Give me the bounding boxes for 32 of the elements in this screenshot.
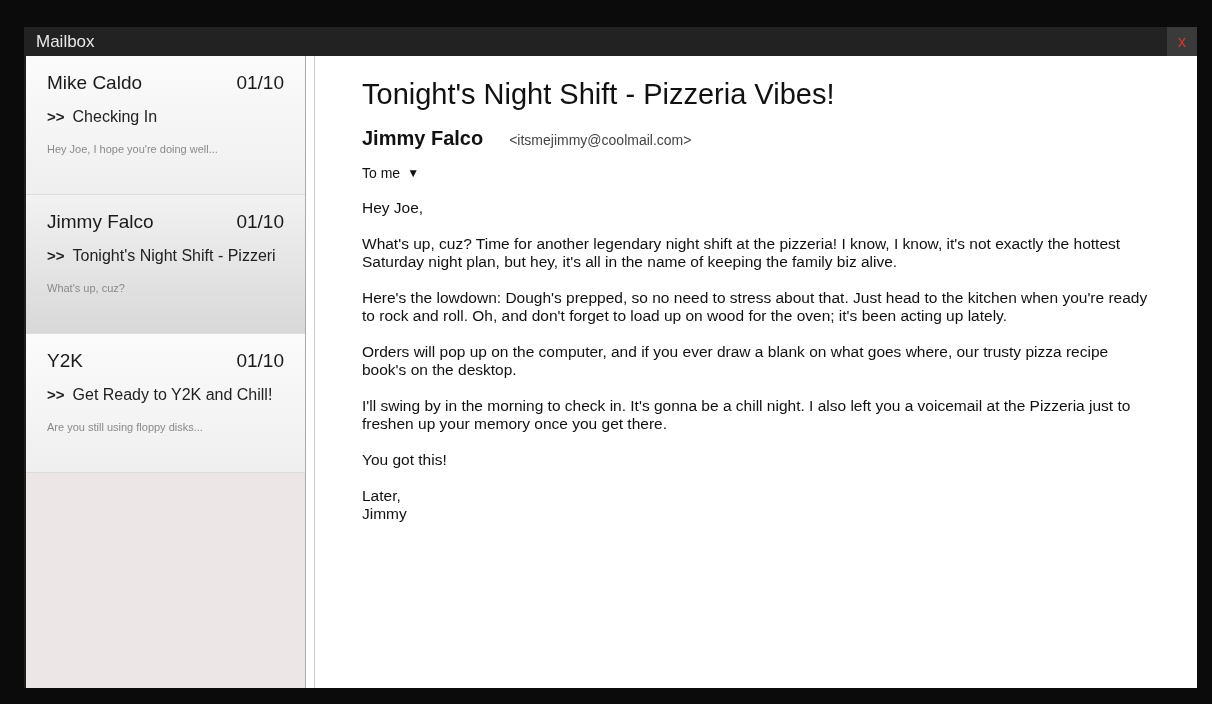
sender-name: Jimmy Falco xyxy=(47,211,154,233)
message-date: 01/10 xyxy=(236,72,284,94)
email-paragraph: Later, Jimmy xyxy=(362,487,408,523)
message-item[interactable]: Mike Caldo 01/10 >> Checking In Hey Joe, I hope you're doing well... xyxy=(26,56,305,195)
message-subject: Tonight's Night Shift - Pizzeri xyxy=(72,247,276,265)
email-paragraph: You got this! xyxy=(362,451,448,469)
sender-name: Y2K xyxy=(47,350,83,372)
recipient-label: To me xyxy=(362,165,401,181)
email-paragraph: Here's the lowdown: Dough's prepped, so no need to stress about that. Just head to the kitchen when you're ready to rock and roll. Oh, and don't forget to load up on wood for the oven; it's been acting up lately. xyxy=(362,289,1149,325)
message-preview: Are you still using floppy disks... xyxy=(47,421,204,433)
message-date: 01/10 xyxy=(236,350,284,372)
message-subject: Checking In xyxy=(72,108,158,126)
message-preview: What's up, cuz? xyxy=(47,282,126,294)
email-paragraph: What's up, cuz? Time for another legendary night shift at the pizzeria! I know, I know, it's not exactly the hottest Saturday night plan, but hey, it's all in the name of keeping the family biz alive. xyxy=(362,235,1122,271)
sender-address: <itsmejimmy@coolmail.com> xyxy=(509,132,692,148)
email-paragraph: I'll swing by in the morning to check in. It's gonna be a chill night. I also left you a voicemail at the Pizzeria just to freshen up your memory once you get there. xyxy=(362,397,1132,433)
sender-name: Jimmy Falco xyxy=(362,127,484,150)
message-item[interactable]: Y2K 01/10 >> Get Ready to Y2K and Chill! Are you still using floppy disks... xyxy=(26,334,305,473)
email-paragraph: Hey Joe, xyxy=(362,199,425,217)
caret-icon[interactable]: ▼ xyxy=(407,166,419,180)
message-preview: Hey Joe, I hope you're doing well... xyxy=(47,143,219,155)
message-item[interactable]: Jimmy Falco 01/10 >> Tonight's Night Shift - Pizzeri What's up, cuz? xyxy=(26,195,305,334)
subject-marker: >> xyxy=(47,108,65,125)
subject-marker: >> xyxy=(47,247,65,264)
email-paragraph: Orders will pop up on the computer, and if you ever draw a blank on what goes where, our trusty pizza recipe book's on the desktop. xyxy=(362,343,1110,379)
email-subject: Tonight's Night Shift - Pizzeria Vibes! xyxy=(362,78,836,111)
window-title: Mailbox xyxy=(36,31,95,52)
scrollbar[interactable] xyxy=(305,56,315,688)
subject-marker: >> xyxy=(47,386,65,403)
sender-name: Mike Caldo xyxy=(47,72,143,94)
message-subject: Get Ready to Y2K and Chill! xyxy=(72,386,273,404)
message-date: 01/10 xyxy=(236,211,284,233)
